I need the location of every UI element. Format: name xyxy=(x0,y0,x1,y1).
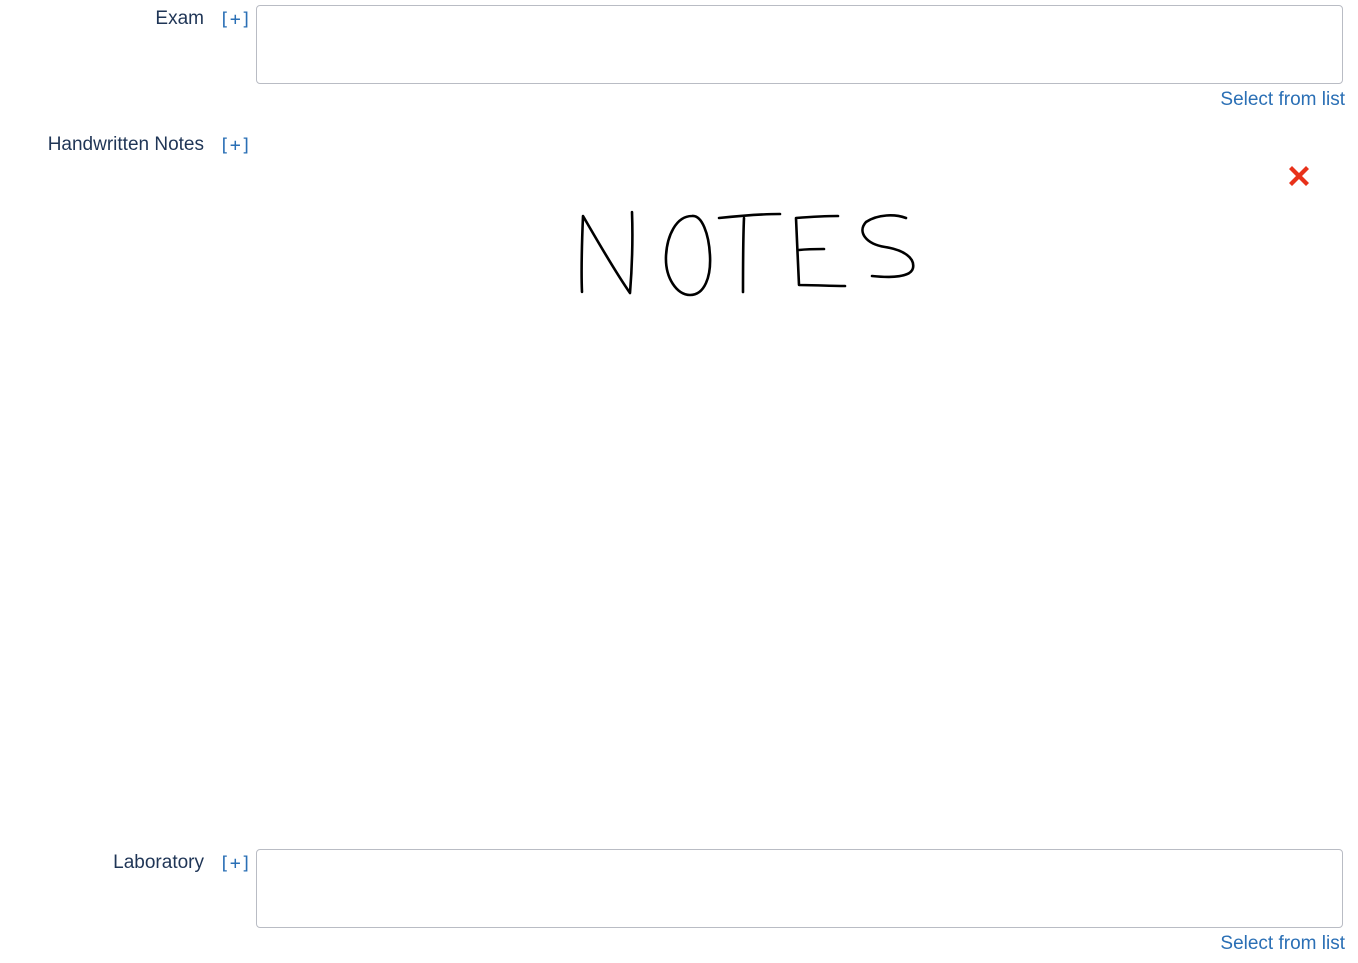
handwritten-notes-expand-toggle[interactable]: [+] xyxy=(219,135,252,156)
handwritten-notes-drawing xyxy=(580,210,915,297)
laboratory-textarea[interactable] xyxy=(256,849,1343,928)
exam-label: Exam xyxy=(155,8,204,29)
laboratory-label: Laboratory xyxy=(113,852,204,873)
clinical-note-form: Exam [+] Select from list Handwritten No… xyxy=(0,0,1358,963)
red-x-icon xyxy=(1289,166,1309,186)
exam-select-from-list-link[interactable]: Select from list xyxy=(1220,89,1345,111)
exam-expand-toggle[interactable]: [+] xyxy=(219,9,252,30)
laboratory-expand-toggle[interactable]: [+] xyxy=(219,853,252,874)
handwritten-notes-canvas[interactable] xyxy=(256,140,1343,830)
clear-drawing-button[interactable] xyxy=(1284,161,1314,191)
handwritten-notes-label: Handwritten Notes xyxy=(47,134,204,155)
laboratory-select-from-list-link[interactable]: Select from list xyxy=(1220,933,1345,955)
exam-textarea[interactable] xyxy=(256,5,1343,84)
